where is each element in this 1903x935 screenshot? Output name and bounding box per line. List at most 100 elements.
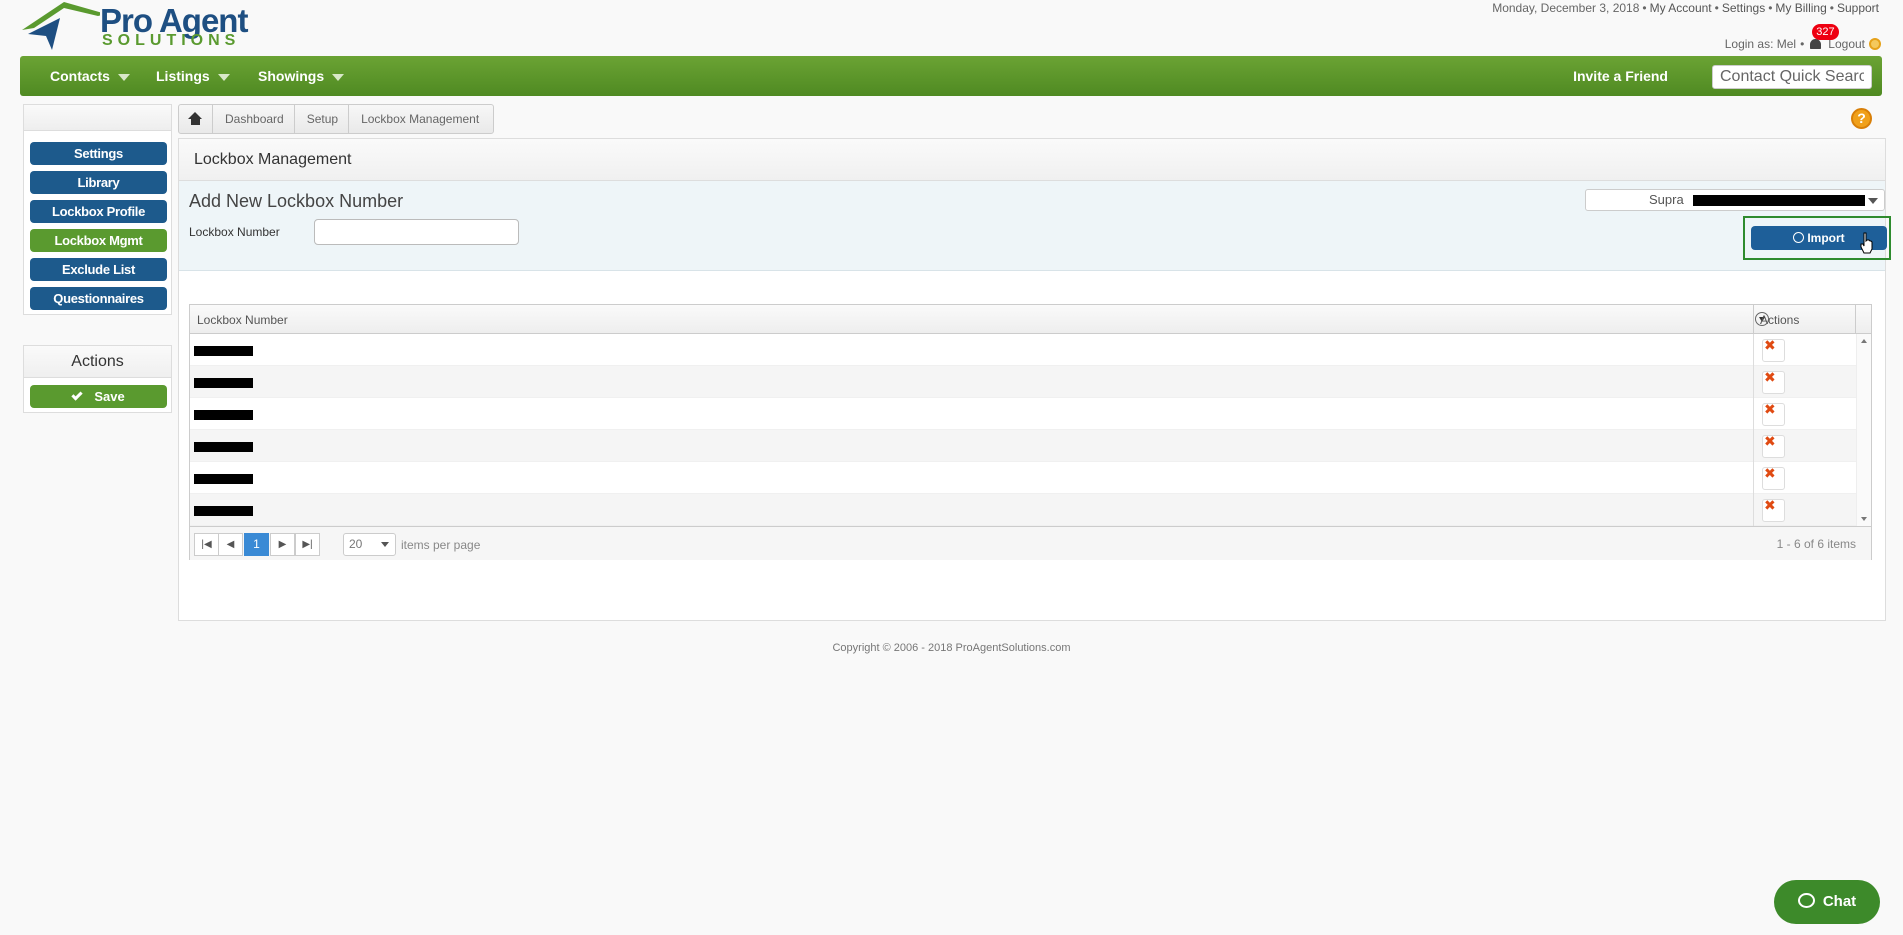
delete-button[interactable]: ✖ xyxy=(1762,369,1785,394)
items-per-page-select[interactable]: 20 xyxy=(343,533,396,556)
add-lockbox-section: Add New Lockbox Number Lockbox Number Su… xyxy=(179,181,1891,271)
items-per-page-label: items per page xyxy=(401,538,481,552)
breadcrumb-setup[interactable]: Setup xyxy=(295,105,350,133)
main-nav: Contacts Listings Showings Invite a Frie… xyxy=(20,56,1882,96)
sidebar-item-lockbox-profile[interactable]: Lockbox Profile xyxy=(30,200,167,223)
chat-button[interactable]: Chat xyxy=(1774,880,1880,924)
sidebar-header xyxy=(24,105,171,131)
lockbox-number-input[interactable] xyxy=(314,219,519,245)
import-label: Import xyxy=(1807,231,1845,245)
delete-x-icon: ✖ xyxy=(1764,433,1776,449)
redacted-lockbox-number xyxy=(194,378,253,388)
my-billing-link[interactable]: My Billing xyxy=(1775,1,1826,15)
redacted-lockbox-number xyxy=(194,474,253,484)
table-row: ✖ xyxy=(190,494,1871,526)
current-page-button[interactable]: 1 xyxy=(244,533,269,556)
lockbox-number-label: Lockbox Number xyxy=(189,225,280,239)
hand-cursor-icon xyxy=(1860,232,1873,254)
table-row: ✖ xyxy=(190,366,1871,398)
delete-button[interactable]: ✖ xyxy=(1762,465,1785,490)
caret-down-icon xyxy=(217,73,230,81)
breadcrumb-lockbox-management: Lockbox Management xyxy=(361,112,480,126)
help-icon[interactable]: ? xyxy=(1851,108,1872,129)
chevron-down-icon xyxy=(1868,198,1878,204)
notification-badge: 327 xyxy=(1812,24,1839,40)
delete-button[interactable]: ✖ xyxy=(1762,497,1785,522)
check-icon xyxy=(71,389,83,401)
redacted-lockbox-number xyxy=(194,346,253,356)
sidebar-item-lockbox-mgmt[interactable]: Lockbox Mgmt xyxy=(30,229,167,252)
delete-button[interactable]: ✖ xyxy=(1762,433,1785,458)
lockbox-management-panel: Lockbox Management Add New Lockbox Numbe… xyxy=(178,138,1891,621)
table-row: ✖ xyxy=(190,398,1871,430)
login-line: Login as: Mel • 327 Logout xyxy=(1725,24,1881,52)
sidebar-item-library[interactable]: Library xyxy=(30,171,167,194)
lockbox-grid: Lockbox Number Actions ✖ ✖ ✖ ✖ ✖ ✖ |◀ ◀ … xyxy=(189,304,1872,560)
prev-page-button[interactable]: ◀ xyxy=(218,533,243,556)
sidebar-item-settings[interactable]: Settings xyxy=(30,142,167,165)
sidebar-item-questionnaires[interactable]: Questionnaires xyxy=(30,287,167,310)
contact-quick-search-input[interactable] xyxy=(1712,65,1872,89)
nav-showings-label: Showings xyxy=(258,68,325,84)
last-page-button[interactable]: ▶| xyxy=(295,533,320,556)
redacted-lockbox-number xyxy=(194,410,253,420)
sidebar-item-exclude-list[interactable]: Exclude List xyxy=(30,258,167,281)
delete-x-icon: ✖ xyxy=(1764,401,1776,417)
actions-title: Actions xyxy=(24,346,171,378)
delete-x-icon: ✖ xyxy=(1764,337,1776,353)
per-page-value: 20 xyxy=(349,537,363,551)
lock-icon xyxy=(1869,38,1881,50)
vertical-scrollbar[interactable] xyxy=(1856,334,1871,526)
logo[interactable]: Pro Agent SOLUTIONS xyxy=(20,0,270,52)
chat-label: Chat xyxy=(1822,893,1857,910)
footer-copyright: Copyright © 2006 - 2018 ProAgentSolution… xyxy=(832,642,1071,654)
supra-account-select[interactable]: Supra xyxy=(1585,189,1885,211)
top-links: Monday, December 3, 2018 • My Account • Sett… xyxy=(1492,1,1879,15)
redacted-lockbox-number xyxy=(194,506,253,516)
save-button[interactable]: Save xyxy=(30,385,167,408)
invite-friend-link[interactable]: Invite a Friend xyxy=(1573,56,1668,96)
nav-showings[interactable]: Showings xyxy=(258,56,345,96)
delete-button[interactable]: ✖ xyxy=(1762,337,1785,362)
add-lockbox-title: Add New Lockbox Number xyxy=(189,191,404,211)
breadcrumb-home[interactable] xyxy=(179,105,213,133)
home-icon xyxy=(188,112,202,125)
chat-bubble-icon xyxy=(1797,893,1815,908)
import-icon xyxy=(1793,232,1805,243)
pager-info: 1 - 6 of 6 items xyxy=(1776,537,1856,551)
table-row: ✖ xyxy=(190,334,1871,366)
settings-link[interactable]: Settings xyxy=(1722,1,1765,15)
nav-listings[interactable]: Listings xyxy=(156,56,230,96)
nav-contacts[interactable]: Contacts xyxy=(50,56,130,96)
redacted-block xyxy=(1692,195,1865,207)
save-label: Save xyxy=(94,389,125,404)
scroll-up-icon[interactable] xyxy=(1861,339,1867,343)
import-highlight: Import xyxy=(1743,216,1891,260)
brand-subtitle: SOLUTIONS xyxy=(102,32,241,49)
bell-icon[interactable]: 327 xyxy=(1808,24,1839,52)
column-header-lockbox-number[interactable]: Lockbox Number xyxy=(197,313,288,327)
delete-x-icon: ✖ xyxy=(1764,465,1776,481)
grid-body: ✖ ✖ ✖ ✖ ✖ ✖ xyxy=(190,334,1871,526)
actions-panel: Actions Save xyxy=(23,345,172,413)
scroll-down-icon[interactable] xyxy=(1861,517,1867,521)
table-row: ✖ xyxy=(190,430,1871,462)
chevron-down-icon xyxy=(381,542,389,547)
next-page-button[interactable]: ▶ xyxy=(270,533,295,556)
delete-button[interactable]: ✖ xyxy=(1762,401,1785,426)
my-account-link[interactable]: My Account xyxy=(1650,1,1712,15)
column-header-actions: Actions xyxy=(1760,313,1800,327)
supra-select-value: Supra xyxy=(1649,192,1684,207)
grid-header: Lockbox Number Actions xyxy=(190,305,1871,334)
current-date: Monday, December 3, 2018 xyxy=(1492,1,1640,15)
breadcrumb: Dashboard Setup Lockbox Management xyxy=(178,104,495,134)
nav-contacts-label: Contacts xyxy=(50,68,110,84)
delete-x-icon: ✖ xyxy=(1764,369,1776,385)
page-title: Lockbox Management xyxy=(179,139,1885,181)
table-row: ✖ xyxy=(190,462,1871,494)
breadcrumb-dashboard[interactable]: Dashboard xyxy=(213,105,295,133)
support-link[interactable]: Support xyxy=(1837,1,1879,15)
delete-x-icon: ✖ xyxy=(1764,497,1776,513)
first-page-button[interactable]: |◀ xyxy=(194,533,219,556)
setup-sidebar: Settings Library Lockbox Profile Lockbox… xyxy=(23,104,172,315)
